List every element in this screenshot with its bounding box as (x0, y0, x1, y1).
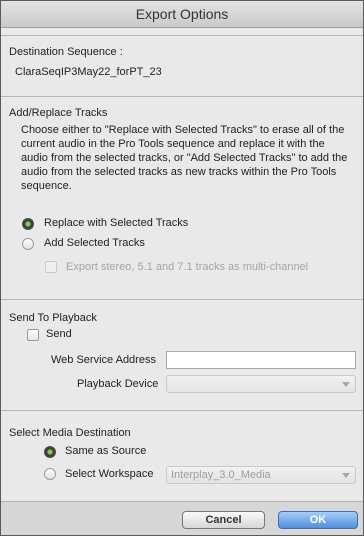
dialog-footer: Cancel OK (1, 501, 363, 535)
web-service-input[interactable] (166, 351, 356, 369)
media-section: Select Media Destination Same as Source … (1, 411, 363, 499)
export-options-dialog: Export Options Destination Sequence : Cl… (0, 0, 364, 536)
multichannel-checkbox[interactable] (45, 261, 57, 273)
add-replace-section: Add/Replace Tracks Choose either to "Rep… (1, 96, 363, 300)
same-as-source-radio[interactable] (44, 446, 56, 458)
destination-section: Destination Sequence : ClaraSeqIP3May22_… (1, 35, 363, 97)
replace-tracks-radio[interactable] (22, 218, 34, 230)
ok-button[interactable]: OK (278, 511, 358, 529)
media-heading: Select Media Destination (9, 427, 131, 439)
add-tracks-label[interactable]: Add Selected Tracks (44, 237, 145, 249)
playback-heading: Send To Playback (9, 312, 97, 324)
playback-device-label: Playback Device (77, 378, 159, 390)
same-as-source-label[interactable]: Same as Source (65, 445, 146, 457)
chevron-down-icon (342, 382, 350, 387)
dialog-title: Export Options (1, 1, 363, 28)
add-tracks-radio[interactable] (22, 238, 34, 250)
multichannel-label: Export stereo, 5.1 and 7.1 tracks as mul… (66, 261, 309, 273)
add-replace-heading: Add/Replace Tracks (9, 107, 108, 119)
playback-section: Send To Playback Send Web Service Addres… (1, 300, 363, 411)
web-service-label: Web Service Address (51, 354, 156, 366)
select-workspace-radio[interactable] (44, 468, 56, 480)
workspace-select[interactable]: Interplay_3.0_Media (166, 466, 356, 484)
workspace-value: Interplay_3.0_Media (171, 469, 271, 481)
replace-tracks-label[interactable]: Replace with Selected Tracks (44, 217, 188, 229)
select-workspace-label[interactable]: Select Workspace (65, 468, 153, 480)
send-label[interactable]: Send (46, 328, 72, 340)
chevron-down-icon (342, 473, 350, 478)
cancel-button[interactable]: Cancel (182, 511, 265, 529)
destination-label: Destination Sequence : (9, 46, 123, 58)
add-replace-description: Choose either to "Replace with Selected … (21, 124, 348, 192)
playback-device-select[interactable] (166, 375, 356, 393)
send-checkbox[interactable] (27, 329, 39, 341)
destination-value: ClaraSeqIP3May22_forPT_23 (15, 66, 162, 78)
